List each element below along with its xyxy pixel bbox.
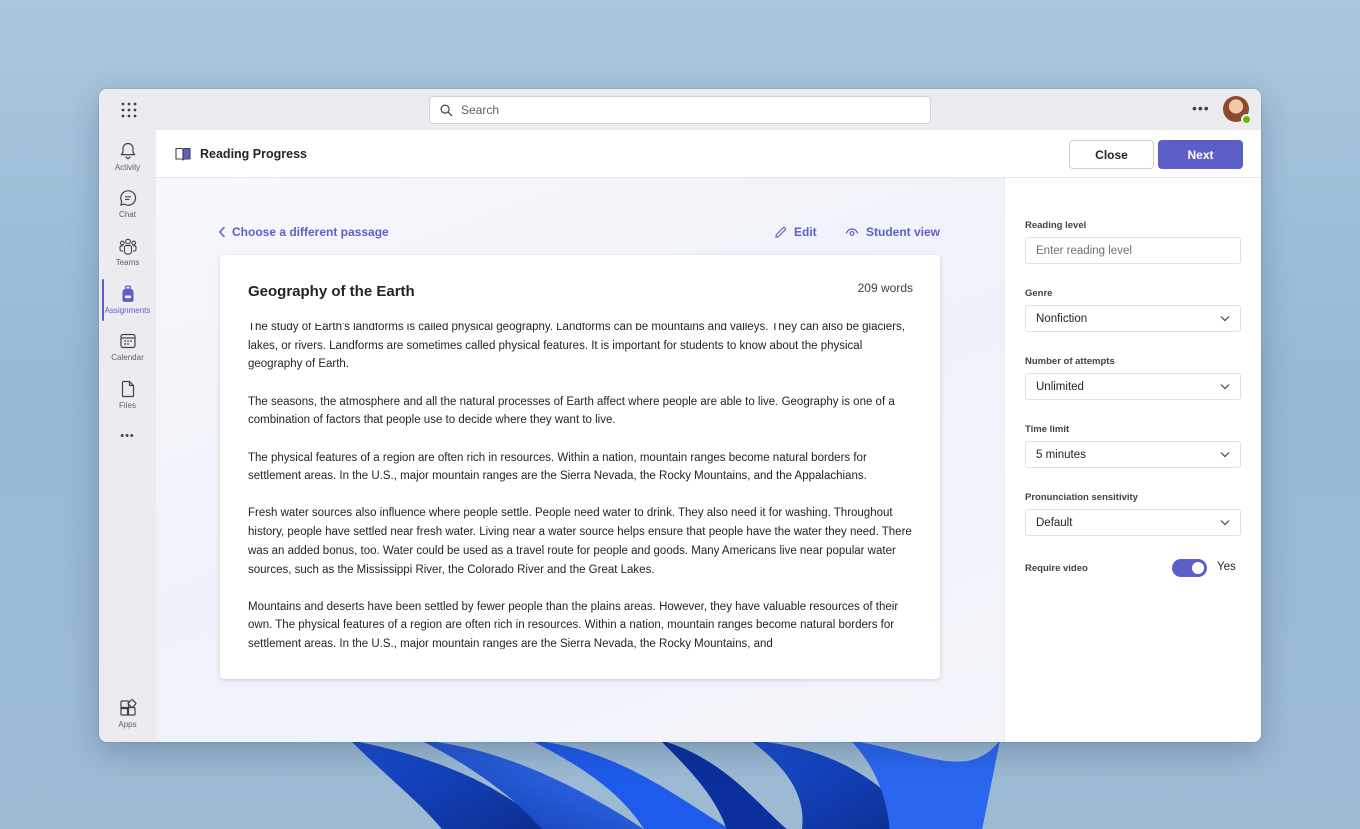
app-header: Reading Progress Close Next	[156, 130, 1261, 178]
reading-progress-icon	[175, 147, 191, 161]
chevron-down-icon	[1220, 452, 1230, 458]
chevron-down-icon	[1220, 520, 1230, 526]
pronunciation-label: Pronunciation sensitivity	[1025, 492, 1138, 503]
title-bar: Search •••	[99, 89, 1261, 130]
genre-value: Nonfiction	[1036, 312, 1088, 325]
attempts-dropdown[interactable]: Unlimited	[1025, 373, 1241, 400]
rail-item-label: Chat	[119, 210, 136, 219]
pencil-icon	[775, 226, 787, 238]
rail-item-activity[interactable]: Activity	[99, 136, 156, 180]
genre-label: Genre	[1025, 288, 1053, 299]
rail-item-label: Teams	[115, 258, 140, 267]
time-limit-label: Time limit	[1025, 424, 1070, 435]
rail-item-label: Apps	[118, 720, 137, 729]
chevron-down-icon	[1220, 384, 1230, 390]
rail-item-chat[interactable]: Chat	[99, 183, 156, 227]
reading-level-label: Reading level	[1025, 220, 1087, 231]
rail-item-label: Calendar	[111, 353, 144, 362]
attempts-value: Unlimited	[1036, 380, 1084, 393]
time-limit-dropdown[interactable]: 5 minutes	[1025, 441, 1241, 468]
pronunciation-dropdown[interactable]: Default	[1025, 509, 1241, 536]
passage-card: Geography of the Earth 209 words The stu…	[220, 255, 940, 679]
choose-passage-link[interactable]: Choose a different passage	[218, 225, 389, 239]
search-placeholder: Search	[461, 103, 500, 117]
search-icon	[440, 104, 453, 116]
close-button[interactable]: Close	[1069, 140, 1154, 169]
pronunciation-value: Default	[1036, 516, 1073, 529]
edit-button[interactable]: Edit	[774, 225, 817, 239]
edit-label: Edit	[794, 225, 817, 239]
rail-item-apps[interactable]: Apps	[99, 693, 156, 737]
passage-text[interactable]: The study of Earth's landforms is called…	[248, 323, 914, 649]
avatar[interactable]	[1223, 96, 1252, 125]
student-view-label: Student view	[866, 225, 941, 239]
genre-dropdown[interactable]: Nonfiction	[1025, 305, 1241, 332]
main-area: Reading Progress Close Next Choose a dif…	[156, 130, 1261, 742]
app-launcher-icon[interactable]	[121, 102, 137, 118]
search-input[interactable]: Search	[429, 96, 931, 124]
require-video-value: Yes	[1217, 561, 1236, 573]
next-button[interactable]: Next	[1158, 140, 1243, 169]
passage-paragraph: The seasons, the atmosphere and all the …	[248, 395, 895, 427]
time-limit-value: 5 minutes	[1036, 448, 1086, 461]
teams-window: Search ••• Activity Chat Teams Assignmen…	[99, 89, 1261, 742]
passage-paragraph: The physical features of a region are of…	[248, 451, 867, 483]
app-rail: Activity Chat Teams Assignments Calendar…	[99, 130, 156, 742]
rail-item-assignments[interactable]: Assignments	[99, 279, 156, 323]
attempts-label: Number of attempts	[1025, 356, 1115, 367]
bell-icon	[120, 142, 135, 160]
backpack-icon	[122, 285, 133, 302]
more-options-icon[interactable]: •••	[1192, 100, 1210, 116]
student-view-button[interactable]: Student view	[845, 225, 940, 239]
passage-title: Geography of the Earth	[248, 283, 415, 300]
passage-area: Choose a different passage Edit Student …	[156, 178, 1004, 742]
rail-item-files[interactable]: Files	[99, 374, 156, 418]
teams-icon	[118, 238, 137, 255]
rail-item-label: Assignments	[104, 306, 151, 315]
rail-item-calendar[interactable]: Calendar	[99, 326, 156, 370]
reading-level-placeholder: Enter reading level	[1036, 244, 1132, 257]
passage-paragraph: The study of Earth's landforms is called…	[248, 323, 905, 371]
passage-paragraph: Fresh water sources also influence where…	[248, 507, 912, 576]
passage-paragraph: Mountains and deserts have been settled …	[248, 600, 899, 649]
chevron-down-icon	[1220, 316, 1230, 322]
choose-passage-label: Choose a different passage	[232, 225, 389, 239]
rail-more-button[interactable]: •••	[99, 430, 156, 450]
reading-level-input[interactable]: Enter reading level	[1025, 237, 1241, 264]
require-video-label: Require video	[1025, 563, 1088, 574]
eye-icon	[845, 228, 859, 236]
file-icon	[121, 380, 134, 398]
chat-icon	[119, 190, 136, 206]
rail-item-label: Files	[119, 401, 136, 410]
more-icon: •••	[120, 430, 135, 442]
settings-panel: Reading level Enter reading level Genre …	[1004, 178, 1261, 742]
presence-available-icon	[1241, 114, 1252, 125]
apps-icon	[119, 699, 136, 716]
rail-item-teams[interactable]: Teams	[99, 231, 156, 275]
require-video-toggle[interactable]	[1172, 559, 1207, 577]
calendar-icon	[119, 333, 136, 349]
page-title: Reading Progress	[200, 147, 307, 161]
word-count: 209 words	[857, 281, 913, 295]
chevron-left-icon	[218, 226, 226, 238]
rail-item-label: Activity	[114, 163, 141, 172]
